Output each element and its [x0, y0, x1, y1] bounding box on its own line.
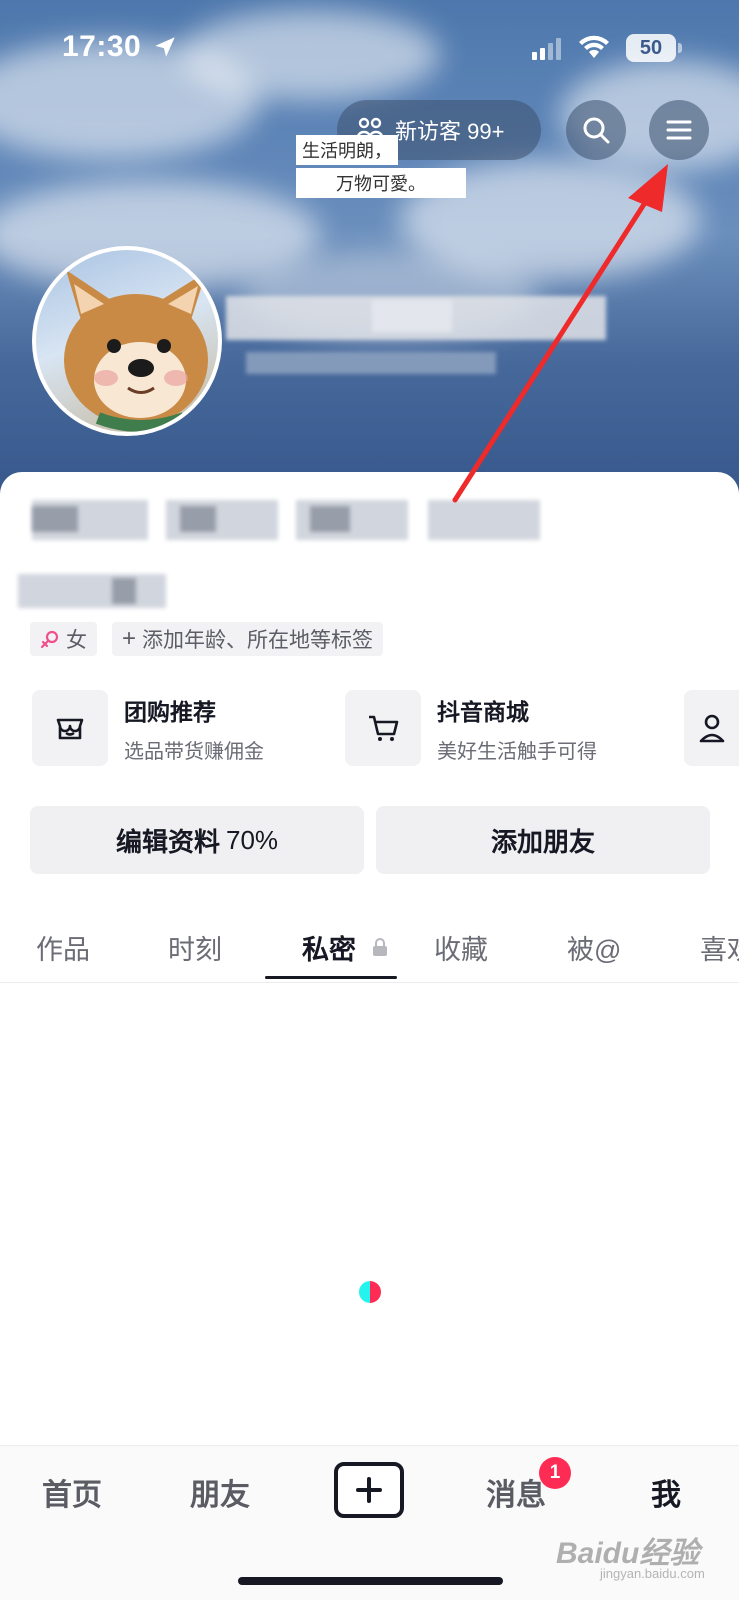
- stats-extra-blurred[interactable]: [428, 500, 540, 540]
- service-more[interactable]: [684, 690, 739, 766]
- baidu-watermark-url: jingyan.baidu.com: [600, 1566, 705, 1581]
- add-tags-label: 添加年龄、所在地等标签: [142, 629, 374, 652]
- service-group-buy[interactable]: 团购推荐 选品带货赚佣金: [32, 690, 264, 766]
- add-tags-button[interactable]: + 添加年龄、所在地等标签: [112, 622, 384, 656]
- edit-profile-progress: 70%: [225, 824, 279, 855]
- stats-mosaic: [32, 506, 78, 532]
- create-post-button[interactable]: [334, 1462, 404, 1518]
- person-icon: [684, 690, 739, 766]
- service-title: 抖音商城: [437, 698, 529, 725]
- plus-icon: +: [122, 625, 137, 652]
- gender-label: 女: [66, 629, 87, 652]
- plus-icon: [356, 1477, 382, 1503]
- user-id-blurred: [246, 352, 496, 374]
- hamburger-menu-icon: [666, 120, 692, 140]
- messages-badge: 1: [539, 1457, 571, 1489]
- stats-mosaic: [180, 506, 216, 532]
- tabs-divider: [0, 982, 739, 983]
- sticker-line-2: 万物可愛。: [296, 168, 466, 198]
- new-visitors-label: 新访客 99+: [395, 119, 505, 144]
- wifi-icon: [579, 35, 609, 58]
- tab-moments[interactable]: 时刻: [168, 928, 222, 967]
- service-subtitle: 选品带货赚佣金: [124, 740, 264, 763]
- shiba-dog-avatar-image: [64, 270, 208, 432]
- home-indicator: [238, 1577, 503, 1585]
- tab-active-indicator: [265, 976, 397, 979]
- stats-mosaic: [310, 506, 350, 532]
- service-title: 团购推荐: [124, 698, 216, 725]
- add-friend-button[interactable]: 添加朋友: [376, 806, 710, 874]
- store-icon: [32, 690, 108, 766]
- lock-icon: [373, 938, 387, 956]
- status-time: 17:30: [62, 30, 142, 63]
- nav-me[interactable]: 我: [651, 1470, 681, 1514]
- service-subtitle: 美好生活触手可得: [437, 740, 597, 763]
- cellular-signal-icon: [532, 38, 561, 60]
- tab-private[interactable]: 私密: [302, 928, 356, 967]
- status-bar: 17:30 50: [0, 0, 739, 100]
- tab-works[interactable]: 作品: [36, 928, 90, 967]
- battery-tip: [678, 43, 682, 53]
- menu-button[interactable]: [649, 100, 709, 160]
- search-icon: [583, 117, 610, 144]
- service-douyin-mall[interactable]: 抖音商城 美好生活触手可得: [345, 690, 597, 766]
- female-icon: [40, 630, 59, 649]
- location-arrow-icon: [155, 37, 175, 57]
- add-friend-label: 添加朋友: [490, 826, 595, 857]
- gender-tag[interactable]: 女: [30, 622, 97, 656]
- avatar[interactable]: [32, 246, 222, 436]
- battery-icon: 50: [626, 34, 676, 62]
- sticker-line-1: 生活明朗，: [296, 135, 398, 165]
- edit-profile-label: 编辑资料: [115, 826, 220, 857]
- tab-likes[interactable]: 喜欢: [700, 928, 739, 967]
- edit-profile-button[interactable]: 编辑资料 70%: [30, 806, 364, 874]
- cart-icon: [345, 690, 421, 766]
- bio-mosaic: [112, 578, 136, 604]
- nav-friends[interactable]: 朋友: [190, 1470, 250, 1514]
- loading-spinner-icon: [359, 1281, 381, 1303]
- nav-messages[interactable]: 消息: [486, 1470, 546, 1514]
- tab-mentions[interactable]: 被@: [567, 928, 621, 967]
- search-button[interactable]: [566, 100, 626, 160]
- nav-home[interactable]: 首页: [42, 1470, 102, 1514]
- nickname-mosaic: [372, 300, 452, 332]
- bio-blurred: [18, 574, 166, 608]
- tab-favorites[interactable]: 收藏: [434, 928, 488, 967]
